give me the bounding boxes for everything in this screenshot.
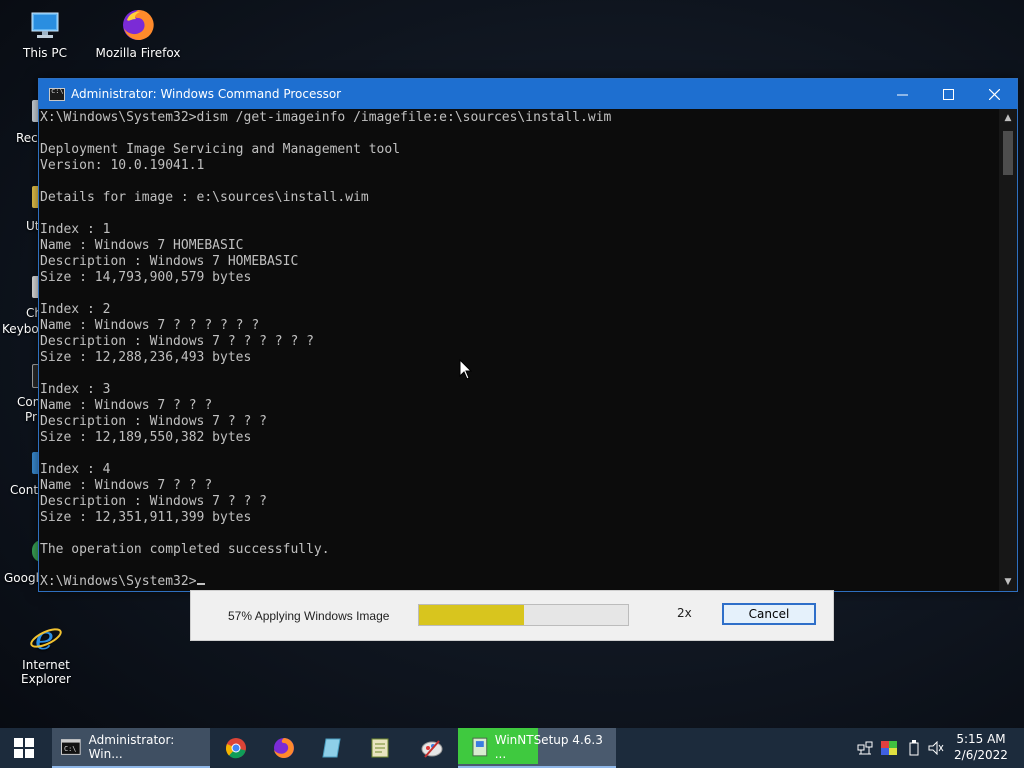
taskbar-pin-firefox[interactable] (262, 728, 306, 768)
computer-icon (28, 8, 62, 42)
paint-icon (421, 740, 443, 758)
console-line: Index : 4 (40, 462, 111, 477)
console-prompt-line[interactable]: X:\Windows\System32> (40, 574, 999, 590)
minimize-icon (896, 94, 908, 95)
internet-explorer-icon: e (29, 619, 63, 657)
partial-label-google: Googl (4, 571, 39, 585)
cmd-icon: C:\ (61, 739, 81, 755)
clock-time: 5:15 AM (956, 732, 1006, 746)
winntsetup-icon (472, 737, 488, 757)
partial-label-pr: Pr (25, 410, 37, 424)
network-icon (857, 741, 873, 755)
tray-display[interactable] (880, 728, 898, 768)
maximize-icon (942, 88, 954, 100)
windows-logo-icon (14, 738, 34, 758)
desktop-icon-label: Internet Explorer (21, 658, 71, 686)
svg-text:C:\: C:\ (64, 745, 76, 753)
speed-label[interactable]: 2x (677, 606, 692, 620)
notepad-icon (322, 738, 341, 758)
console-line: Name : Windows 7 ? ? ? ? ? ? (40, 318, 260, 333)
console-prompt: X:\Windows\System32> (40, 574, 197, 589)
desktop-icon-firefox[interactable]: Mozilla Firefox (93, 8, 183, 60)
taskbar-item-label: WinNTSetup 4.6.3 ... (494, 733, 603, 761)
progress-status: 57% Applying Windows Image (228, 609, 390, 623)
console-line: Size : 12,189,550,382 bytes (40, 430, 252, 445)
console-line: Index : 3 (40, 382, 111, 397)
mouse-pointer-icon (459, 359, 473, 380)
taskbar-pin-paint[interactable] (410, 728, 454, 768)
editor-icon (371, 738, 389, 758)
taskbar-clock[interactable]: 5:15 AM 2/6/2022 (946, 731, 1016, 763)
console-output[interactable]: X:\Windows\System32>dism /get-imageinfo … (39, 109, 999, 591)
desktop-icon-this-pc[interactable]: This PC (0, 8, 90, 60)
start-button[interactable] (0, 728, 48, 768)
console-line: Name : Windows 7 ? ? ? (40, 398, 213, 413)
taskbar: C:\ Administrator: Win... WinNTSetup 4.6… (0, 728, 1024, 768)
window-title: Administrator: Windows Command Processor (71, 87, 342, 101)
clock-date: 2/6/2022 (954, 748, 1008, 762)
taskbar-item-label: Administrator: Win... (88, 733, 175, 761)
taskbar-pin-chrome[interactable] (214, 728, 258, 768)
usb-icon (928, 741, 944, 755)
scroll-thumb[interactable] (1003, 131, 1013, 175)
partial-label-con: Con (17, 395, 41, 409)
desktop-icon-label: This PC (23, 46, 67, 60)
console-line: Description : Windows 7 HOMEBASIC (40, 254, 299, 269)
partial-label-keyboard: Keybo (2, 322, 39, 336)
maximize-button[interactable] (925, 79, 971, 109)
firefox-icon (274, 738, 294, 758)
cmd-titlebar[interactable]: Administrator: Windows Command Processor (39, 79, 1017, 109)
progress-bar-fill (419, 605, 524, 625)
svg-text:e: e (35, 620, 54, 654)
console-line: Size : 14,793,900,579 bytes (40, 270, 252, 285)
console-line: Details for image : e:\sources\install.w… (40, 190, 369, 205)
battery-icon (909, 740, 919, 756)
console-line: X:\Windows\System32>dism /get-imageinfo … (40, 110, 612, 125)
tray-battery[interactable] (905, 728, 923, 768)
cancel-button[interactable]: Cancel (722, 603, 816, 625)
console-line: Name : Windows 7 HOMEBASIC (40, 238, 244, 253)
firefox-icon (121, 8, 155, 42)
desktop-icon-internet-explorer[interactable]: e Internet Explorer (1, 619, 91, 686)
taskbar-item-winntsetup[interactable]: WinNTSetup 4.6.3 ... (458, 728, 616, 768)
console-line: Description : Windows 7 ? ? ? (40, 414, 267, 429)
close-icon (988, 88, 1000, 100)
taskbar-item-cmd[interactable]: C:\ Administrator: Win... (52, 728, 210, 768)
vertical-scrollbar[interactable]: ▲ ▼ (999, 109, 1017, 591)
console-line: Index : 1 (40, 222, 111, 237)
taskbar-pin-notepad[interactable] (310, 728, 354, 768)
text-cursor (196, 583, 205, 585)
progress-dialog: 57% Applying Windows Image 2x Cancel (190, 590, 834, 641)
taskbar-pin-editor[interactable] (358, 728, 402, 768)
scroll-down-icon[interactable]: ▼ (999, 573, 1017, 591)
tray-usb[interactable] (927, 728, 945, 768)
console-line: Size : 12,288,236,493 bytes (40, 350, 252, 365)
console-line: Deployment Image Servicing and Managemen… (40, 142, 401, 157)
console-line: Index : 2 (40, 302, 111, 317)
console-line: Name : Windows 7 ? ? ? (40, 478, 213, 493)
scroll-up-icon[interactable]: ▲ (999, 109, 1017, 127)
minimize-button[interactable] (879, 79, 925, 109)
close-button[interactable] (971, 79, 1017, 109)
cmd-icon (49, 87, 65, 101)
chrome-icon (226, 738, 246, 759)
desktop-icon-label: Mozilla Firefox (95, 46, 181, 60)
display-icon (881, 741, 897, 755)
console-line: The operation completed successfully. (40, 542, 330, 557)
console-line: Size : 12,351,911,399 bytes (40, 510, 252, 525)
console-line: Description : Windows 7 ? ? ? ? ? ? (40, 334, 314, 349)
progress-bar (418, 604, 629, 626)
console-line: Description : Windows 7 ? ? ? (40, 494, 267, 509)
console-line: Version: 10.0.19041.1 (40, 158, 205, 173)
cmd-window[interactable]: Administrator: Windows Command Processor… (38, 78, 1018, 592)
tray-network[interactable] (856, 728, 874, 768)
